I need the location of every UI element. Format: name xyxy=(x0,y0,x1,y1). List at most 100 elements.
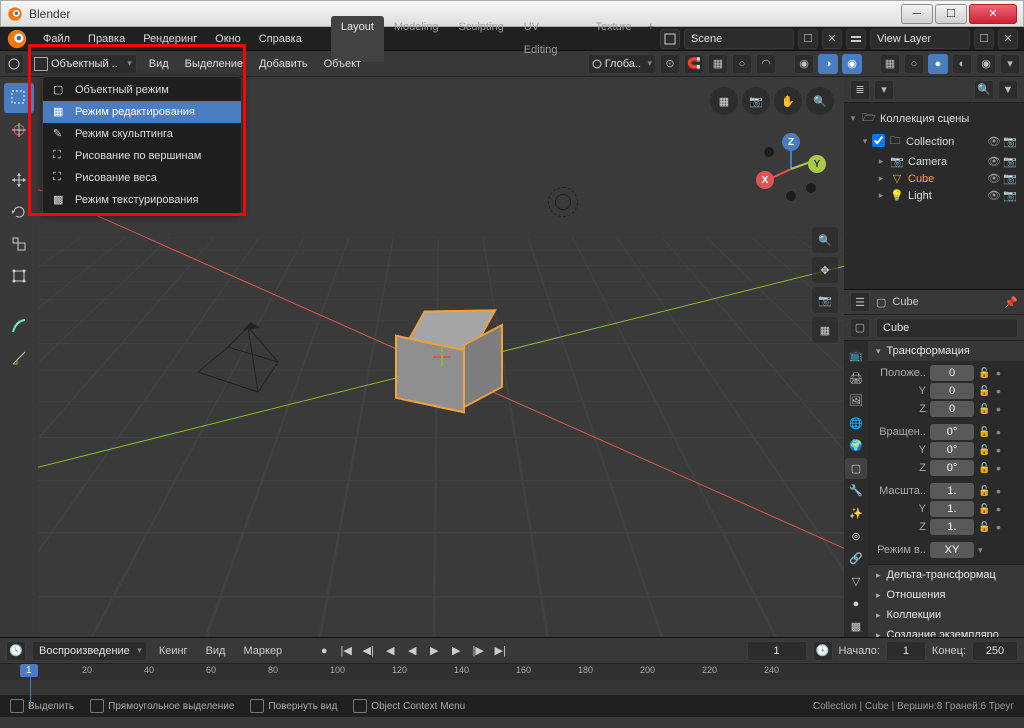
panel-transform-header[interactable]: Трансформация xyxy=(868,341,1024,361)
camera-object[interactable] xyxy=(188,322,298,402)
zoom-in-icon[interactable]: 🔍 xyxy=(812,227,838,253)
play-icon[interactable]: ▶ xyxy=(424,641,444,661)
frame-next-icon[interactable]: ▶ xyxy=(446,641,466,661)
keyframe-next-icon[interactable]: |▶ xyxy=(468,641,488,661)
timeline-ruler[interactable]: 020406080100120140160180200220240 xyxy=(0,664,1024,680)
gizmo-axis-y[interactable]: Y xyxy=(808,155,826,173)
viewlayer-delete-icon[interactable]: ✕ xyxy=(998,29,1018,49)
lock-icon[interactable]: 🔓 xyxy=(978,463,992,474)
outliner-editor-icon[interactable]: ≣ xyxy=(850,80,870,100)
timeline-editor-icon[interactable]: 🕓 xyxy=(6,641,26,661)
loc-x-field[interactable]: 0 xyxy=(930,365,974,381)
editor-type-icon[interactable] xyxy=(4,54,24,74)
snap-icon[interactable]: 🧲 xyxy=(684,54,704,74)
scene-delete-icon[interactable]: ✕ xyxy=(822,29,842,49)
lock-icon[interactable]: 🔓 xyxy=(978,404,992,415)
tab-texture-icon[interactable]: ▩ xyxy=(845,615,867,637)
view-pan-icon[interactable]: ✋ xyxy=(774,87,802,115)
pin-icon[interactable]: 📌 xyxy=(1004,296,1018,309)
end-frame-field[interactable]: 250 xyxy=(972,641,1018,661)
playback-dropdown[interactable]: Воспроизведение▾ xyxy=(32,641,147,661)
overlays-visibility-icon[interactable]: ◑ xyxy=(818,54,838,74)
mode-texturepaint[interactable]: ▩Режим текстурирования xyxy=(43,189,241,211)
tool-scale[interactable] xyxy=(4,229,34,259)
pan-icon[interactable]: ✥ xyxy=(812,257,838,283)
scene-new-icon[interactable]: ☐ xyxy=(798,29,818,49)
tab-uv[interactable]: UV Editing xyxy=(514,16,586,62)
visibility-toggle-icon[interactable]: 👁 xyxy=(986,189,1002,202)
collection-checkbox[interactable] xyxy=(872,134,885,147)
tab-constraints-icon[interactable]: 🔗 xyxy=(845,548,867,570)
object-name-field[interactable]: Cube xyxy=(876,318,1018,338)
panel-relations[interactable]: Отношения xyxy=(868,585,1024,605)
lock-icon[interactable]: 🔓 xyxy=(978,445,992,456)
menu-file[interactable]: Файл xyxy=(34,27,79,51)
maximize-button[interactable]: ☐ xyxy=(935,4,967,24)
scale-z-field[interactable]: 1. xyxy=(930,519,974,535)
start-frame-field[interactable]: 1 xyxy=(886,641,926,661)
jump-end-icon[interactable]: ▶| xyxy=(490,641,510,661)
outliner-item-light[interactable]: ▸ 💡 Light 👁 📷 xyxy=(846,187,1022,204)
tab-particles-icon[interactable]: ✨ xyxy=(845,503,867,525)
mode-weightpaint[interactable]: ⛶Рисование веса xyxy=(43,167,241,189)
camera-view-icon[interactable]: 📷 xyxy=(812,287,838,313)
lock-icon[interactable]: 🔓 xyxy=(978,522,992,533)
view-camera-icon[interactable]: ▦ xyxy=(710,87,738,115)
tab-output-icon[interactable]: 🖨 xyxy=(845,368,867,390)
tab-physics-icon[interactable]: ⊚ xyxy=(845,525,867,547)
autokey-icon[interactable]: ● xyxy=(314,641,334,661)
loc-z-field[interactable]: 0 xyxy=(930,401,974,417)
tab-material-icon[interactable]: ● xyxy=(845,593,867,615)
tab-modeling[interactable]: Modeling xyxy=(384,16,449,62)
panel-delta[interactable]: Дельта-трансформац xyxy=(868,565,1024,585)
view-perspective-icon[interactable]: 📷 xyxy=(742,87,770,115)
gizmo-axis-x[interactable]: X xyxy=(756,171,774,189)
playhead[interactable]: 1 xyxy=(20,664,38,707)
shading-solid-icon[interactable]: ● xyxy=(928,54,948,74)
ortho-toggle-icon[interactable]: ▦ xyxy=(812,317,838,343)
scene-collection-row[interactable]: ▾ 🗁 Коллекция сцены xyxy=(846,107,1022,130)
tool-cursor[interactable] xyxy=(4,115,34,145)
panel-collections[interactable]: Коллекции xyxy=(868,605,1024,625)
scale-y-field[interactable]: 1. xyxy=(930,501,974,517)
panel-instancing[interactable]: Создание экземпляро xyxy=(868,625,1024,637)
xray-icon[interactable]: ▦ xyxy=(880,54,900,74)
mode-object[interactable]: ▢Объектный режим xyxy=(43,79,241,101)
menu-window[interactable]: Окно xyxy=(206,27,250,51)
view-zoom-icon[interactable]: 🔍 xyxy=(806,87,834,115)
viewlayer-new-icon[interactable]: ☐ xyxy=(974,29,994,49)
rot-y-field[interactable]: 0° xyxy=(930,442,974,458)
gizmo-axis-z[interactable]: Z xyxy=(782,133,800,151)
timeline-marker[interactable]: Маркер xyxy=(237,645,288,657)
outliner-item-camera[interactable]: ▸ 📷 Camera 👁 📷 xyxy=(846,153,1022,170)
render-toggle-icon[interactable]: 📷 xyxy=(1002,172,1018,185)
preview-range-icon[interactable]: 🕓 xyxy=(813,641,833,661)
tool-transform[interactable] xyxy=(4,261,34,291)
proportional-type-icon[interactable]: ◠ xyxy=(756,54,776,74)
viewlayer-browse-icon[interactable] xyxy=(846,29,866,49)
scene-field[interactable]: Scene xyxy=(684,29,794,49)
play-reverse-icon[interactable]: ◀ xyxy=(402,641,422,661)
light-object[interactable] xyxy=(548,187,578,217)
tool-annotate[interactable] xyxy=(4,311,34,341)
properties-editor-icon[interactable]: ☰ xyxy=(850,292,870,312)
outliner-display-mode-icon[interactable]: ▾ xyxy=(874,80,894,100)
proportional-icon[interactable]: ○ xyxy=(732,54,752,74)
nav-gizmo[interactable]: Z Y X xyxy=(756,133,826,203)
vp-menu-object[interactable]: Объект xyxy=(316,51,369,77)
rot-x-field[interactable]: 0° xyxy=(930,424,974,440)
gizmo-visibility-icon[interactable]: ◉ xyxy=(794,54,814,74)
visibility-toggle-icon[interactable]: 👁 xyxy=(986,172,1002,185)
cube-object[interactable] xyxy=(403,312,493,402)
outliner-filter-icon[interactable]: ▼ xyxy=(998,80,1018,100)
datablock-icon[interactable]: ▢ xyxy=(850,318,870,338)
visibility-toggle-icon[interactable]: 👁 xyxy=(986,155,1002,168)
minimize-button[interactable]: ─ xyxy=(901,4,933,24)
tab-scene-icon[interactable]: 🌐 xyxy=(845,413,867,435)
render-toggle-icon[interactable]: 📷 xyxy=(1002,189,1018,202)
tool-select[interactable] xyxy=(4,83,34,113)
menu-edit[interactable]: Правка xyxy=(79,27,134,51)
lock-icon[interactable]: 🔓 xyxy=(978,486,992,497)
frame-prev-icon[interactable]: ◀ xyxy=(380,641,400,661)
timeline-track[interactable]: 020406080100120140160180200220240 1 xyxy=(0,664,1024,695)
